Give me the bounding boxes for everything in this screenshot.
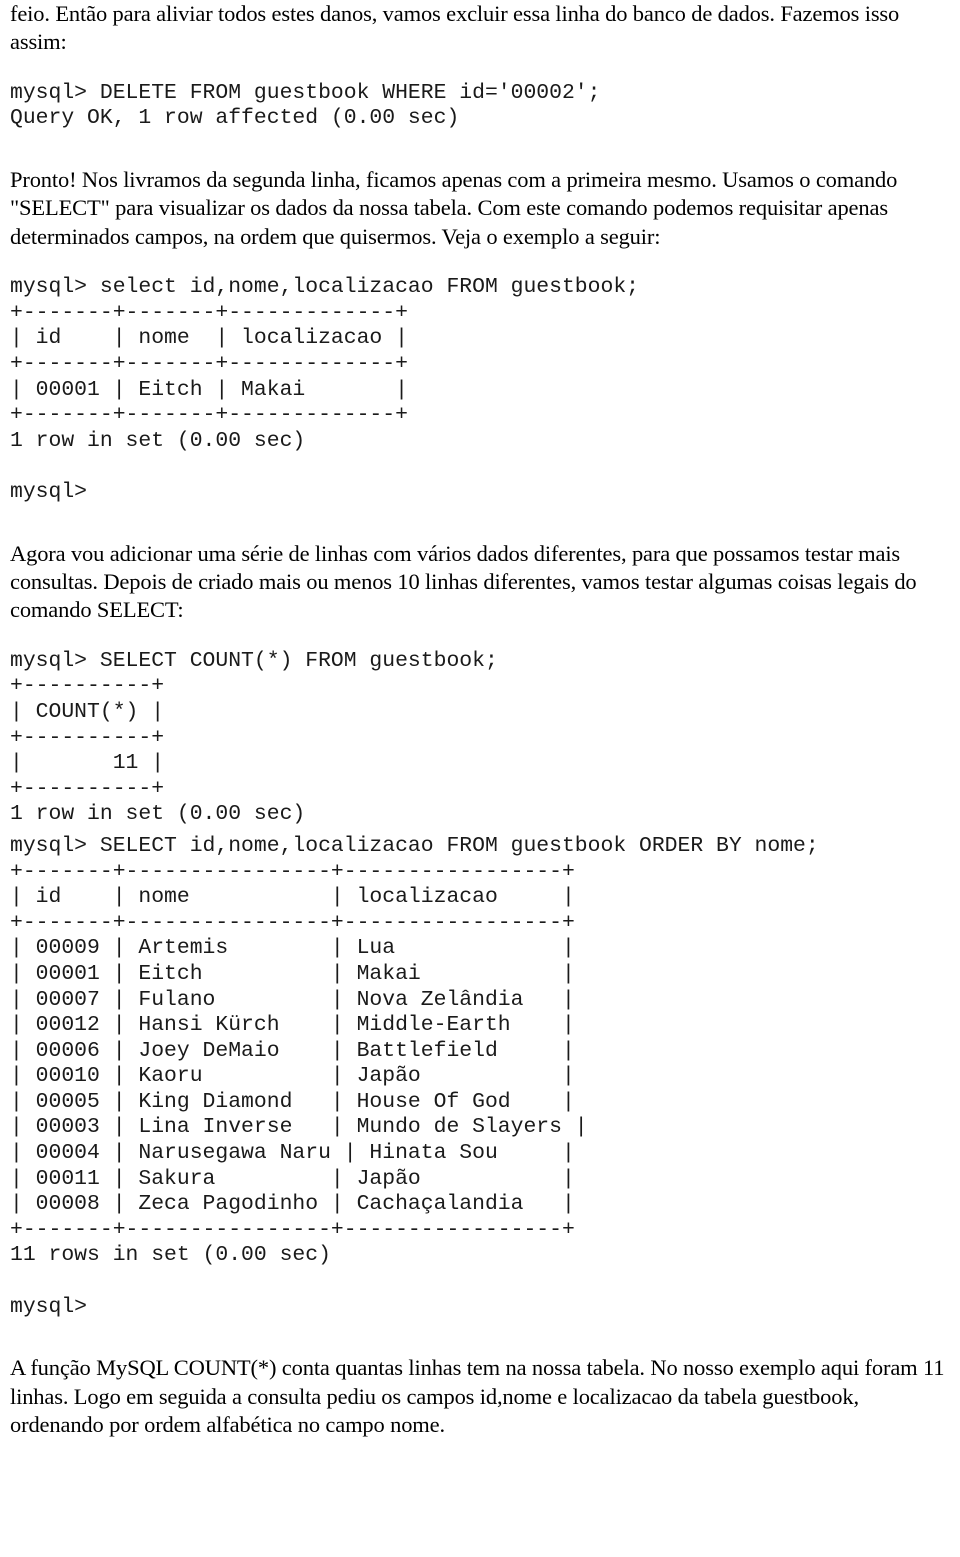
console-block-count: mysql> SELECT COUNT(*) FROM guestbook; +… [10,648,498,827]
console-block-order-by-nome: mysql> SELECT id,nome,localizacao FROM g… [10,833,819,1319]
document-page: feio. Então para aliviar todos estes dan… [0,0,960,1557]
console-block-delete: mysql> DELETE FROM guestbook WHERE id='0… [10,80,601,131]
paragraph-count-summary: A função MySQL COUNT(*) conta quantas li… [10,1355,945,1438]
paragraph-select-explanation: Pronto! Nos livramos da segunda linha, f… [10,167,898,249]
paragraph-intro-delete: feio. Então para aliviar todos estes dan… [10,1,900,55]
console-block-select-guestbook: mysql> select id,nome,localizacao FROM g… [10,275,639,504]
paragraph-add-rows: Agora vou adicionar uma série de linhas … [10,540,917,623]
